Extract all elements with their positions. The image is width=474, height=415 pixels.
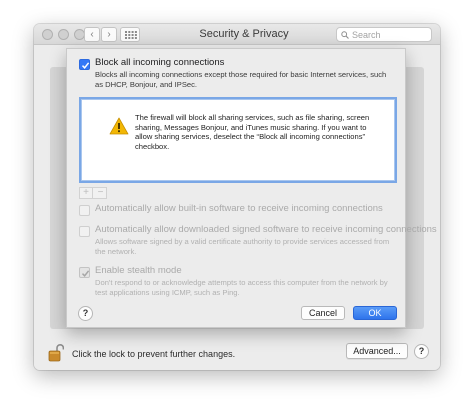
block-all-label[interactable]: Block all incoming connections: [95, 57, 224, 68]
checkmark-icon: [81, 270, 90, 277]
add-app-button[interactable]: +: [80, 188, 93, 198]
allow-builtin-label[interactable]: Automatically allow built-in software to…: [95, 203, 383, 214]
search-icon: [341, 31, 349, 39]
back-button[interactable]: ‹: [84, 27, 100, 42]
cancel-button[interactable]: Cancel: [301, 306, 345, 320]
firewall-options-sheet: Block all incoming connections Blocks al…: [66, 48, 437, 328]
help-button[interactable]: ?: [414, 344, 429, 359]
window-title: Security & Privacy: [199, 28, 289, 40]
block-all-description: Blocks all incoming connections except t…: [95, 70, 387, 89]
stealth-mode-checkbox[interactable]: [79, 267, 90, 278]
remove-app-button[interactable]: −: [94, 188, 107, 198]
info-message: The firewall will block all sharing serv…: [135, 113, 370, 151]
search-field[interactable]: [336, 27, 432, 42]
lock-text: Click the lock to prevent further change…: [72, 349, 236, 359]
firewall-info-box: The firewall will block all sharing serv…: [79, 97, 397, 183]
forward-button[interactable]: ›: [101, 27, 117, 42]
title-bar: ‹ › Security & Privacy: [34, 24, 440, 45]
close-dot-icon[interactable]: [42, 29, 53, 40]
block-all-checkbox[interactable]: [79, 59, 90, 70]
grid-icon: [125, 31, 137, 39]
allow-signed-description: Allows software signed by a valid certif…: [95, 237, 390, 256]
stealth-mode-label[interactable]: Enable stealth mode: [95, 265, 182, 276]
sheet-help-button[interactable]: ?: [78, 306, 93, 321]
checkmark-icon: [81, 62, 90, 69]
lock-open-icon[interactable]: [48, 343, 64, 363]
allow-signed-checkbox[interactable]: [79, 226, 90, 237]
ok-button[interactable]: OK: [353, 306, 397, 320]
minimize-dot-icon[interactable]: [58, 29, 69, 40]
back-chevron-icon: ‹: [90, 29, 94, 40]
show-all-button[interactable]: [120, 27, 140, 42]
allow-signed-label[interactable]: Automatically allow downloaded signed so…: [95, 224, 437, 235]
warning-icon: [109, 117, 129, 135]
app-list-controls: + −: [79, 187, 107, 199]
page: ‹ › Security & Privacy Search Click the …: [0, 0, 474, 415]
forward-chevron-icon: ›: [107, 29, 111, 40]
advanced-button[interactable]: Advanced...: [346, 343, 408, 359]
allow-builtin-checkbox[interactable]: [79, 205, 90, 216]
search-input[interactable]: [352, 28, 430, 41]
stealth-mode-description: Don't respond to or acknowledge attempts…: [95, 278, 388, 297]
